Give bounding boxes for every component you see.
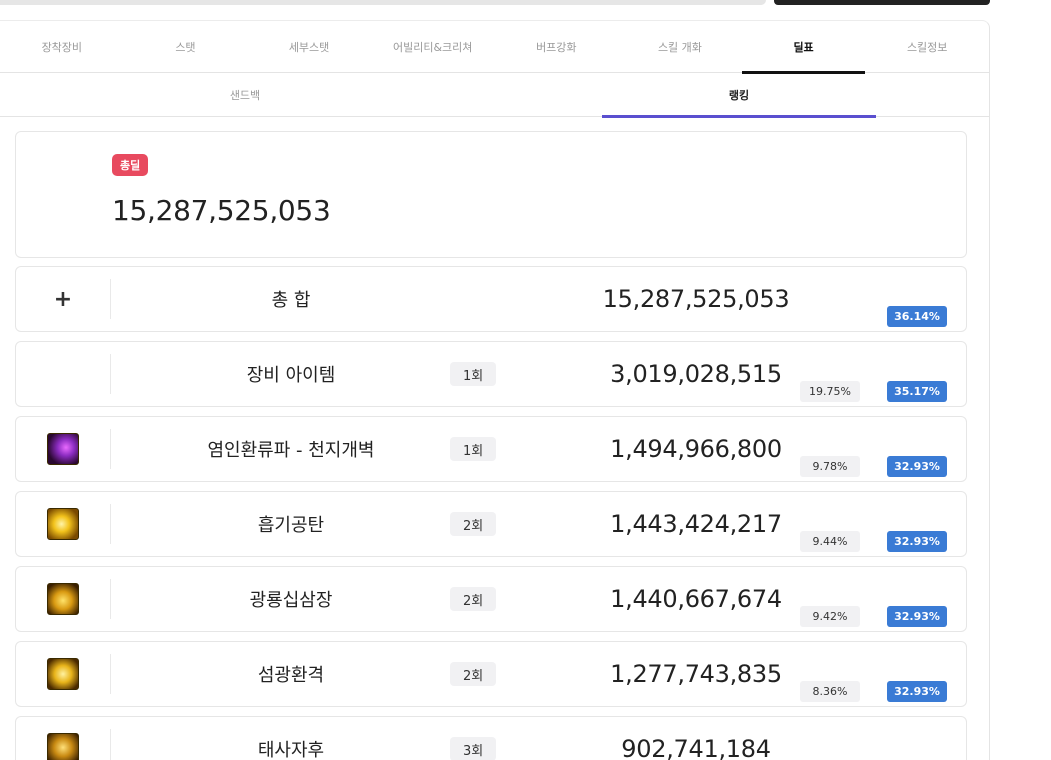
row-damage-value: 3,019,028,515 bbox=[610, 360, 782, 388]
row-share-percent: 19.75% bbox=[800, 381, 860, 402]
character-panel: 장착장비 스탯 세부스탯 어빌리티&크리쳐 버프강화 스킬 개화 딜표 스킬정보… bbox=[0, 20, 990, 760]
sub-tabs: 샌드백 랭킹 bbox=[0, 74, 989, 118]
damage-row-skill: 흡기공탄 2회 1,443,424,217 9.44% 32.93% bbox=[15, 491, 967, 557]
row-icon-cell bbox=[16, 429, 111, 469]
damage-row-skill: 태사자후 3회 902,741,184 bbox=[15, 716, 967, 760]
row-damage-value: 902,741,184 bbox=[621, 735, 771, 760]
damage-row-equipment: 장비 아이템 1회 3,019,028,515 19.75% 35.17% bbox=[15, 341, 967, 407]
row-name: 염인환류파 - 천지개벽 bbox=[207, 440, 375, 461]
skill-icon-crimson bbox=[47, 433, 79, 465]
row-icon-cell bbox=[16, 354, 111, 394]
row-damage-value: 1,277,743,835 bbox=[610, 660, 782, 688]
row-share-percent: 9.44% bbox=[800, 531, 860, 552]
main-tabs: 장착장비 스탯 세부스탯 어빌리티&크리쳐 버프강화 스킬 개화 딜표 스킬정보 bbox=[0, 21, 989, 74]
search-button[interactable] bbox=[774, 0, 990, 5]
total-damage-card: 총딜 15,287,525,053 bbox=[15, 131, 967, 258]
row-icon-cell bbox=[16, 579, 111, 619]
tab-skill-info[interactable]: 스킬정보 bbox=[865, 21, 989, 73]
row-icon-cell bbox=[16, 729, 111, 760]
row-damage-value: 1,443,424,217 bbox=[610, 510, 782, 538]
row-cumulative-percent: 35.17% bbox=[887, 381, 947, 402]
row-share-percent: 9.42% bbox=[800, 606, 860, 627]
row-cumulative-percent: 32.93% bbox=[887, 681, 947, 702]
row-hit-count: 2회 bbox=[450, 512, 497, 536]
row-name: 광룡십삼장 bbox=[249, 590, 333, 611]
total-damage-badge: 총딜 bbox=[112, 154, 149, 176]
row-name: 장비 아이템 bbox=[246, 365, 336, 386]
skill-icon-golden-wave bbox=[47, 508, 79, 540]
row-name: 태사자후 bbox=[257, 740, 325, 760]
skill-icon-golden-tiger bbox=[47, 733, 79, 760]
row-name: 섬광환격 bbox=[257, 665, 325, 686]
skill-icon-golden-flash bbox=[47, 658, 79, 690]
tab-equipment[interactable]: 장착장비 bbox=[0, 21, 124, 73]
row-name: 흡기공탄 bbox=[257, 515, 325, 536]
row-icon-cell: + bbox=[16, 279, 111, 319]
tab-sandbag[interactable]: 샌드백 bbox=[0, 74, 490, 116]
row-damage-value: 1,440,667,674 bbox=[610, 585, 782, 613]
row-name: 총 합 bbox=[271, 290, 311, 311]
damage-row-skill: 광룡십삼장 2회 1,440,667,674 9.42% 32.93% bbox=[15, 566, 967, 632]
tab-detail-stats[interactable]: 세부스탯 bbox=[247, 21, 371, 73]
search-bar[interactable] bbox=[0, 0, 766, 5]
top-strip bbox=[0, 0, 1051, 20]
row-share-percent: 8.36% bbox=[800, 681, 860, 702]
damage-row-skill: 염인환류파 - 천지개벽 1회 1,494,966,800 9.78% 32.9… bbox=[15, 416, 967, 482]
damage-row-skill: 섬광환격 2회 1,277,743,835 8.36% 32.93% bbox=[15, 641, 967, 707]
tab-skill-bloom[interactable]: 스킬 개화 bbox=[618, 21, 742, 73]
row-damage-value: 1,494,966,800 bbox=[610, 435, 782, 463]
row-share-percent: 9.78% bbox=[800, 456, 860, 477]
row-hit-count: 2회 bbox=[450, 662, 497, 686]
tab-damage-table[interactable]: 딜표 bbox=[741, 21, 866, 74]
plus-icon[interactable]: + bbox=[54, 287, 72, 312]
skill-icon-golden-dragon bbox=[47, 583, 79, 615]
tab-buff-enhance[interactable]: 버프강화 bbox=[495, 21, 619, 73]
row-damage-value: 15,287,525,053 bbox=[602, 285, 790, 313]
row-hit-count: 2회 bbox=[450, 587, 497, 611]
row-icon-cell bbox=[16, 654, 111, 694]
row-hit-count: 1회 bbox=[450, 437, 497, 461]
row-icon-cell bbox=[16, 504, 111, 544]
tab-ability-creature[interactable]: 어빌리티&크리쳐 bbox=[371, 21, 495, 73]
row-hit-count: 1회 bbox=[450, 362, 497, 386]
row-hit-count: 3회 bbox=[450, 737, 497, 760]
row-cumulative-percent: 32.93% bbox=[887, 531, 947, 552]
tab-ranking[interactable]: 랭킹 bbox=[602, 74, 876, 118]
row-cumulative-percent: 32.93% bbox=[887, 456, 947, 477]
total-damage-value: 15,287,525,053 bbox=[112, 194, 331, 227]
row-cumulative-percent: 36.14% bbox=[887, 306, 947, 327]
tab-stats[interactable]: 스탯 bbox=[124, 21, 248, 73]
damage-row-total[interactable]: + 총 합 15,287,525,053 36.14% bbox=[15, 266, 967, 332]
row-cumulative-percent: 32.93% bbox=[887, 606, 947, 627]
